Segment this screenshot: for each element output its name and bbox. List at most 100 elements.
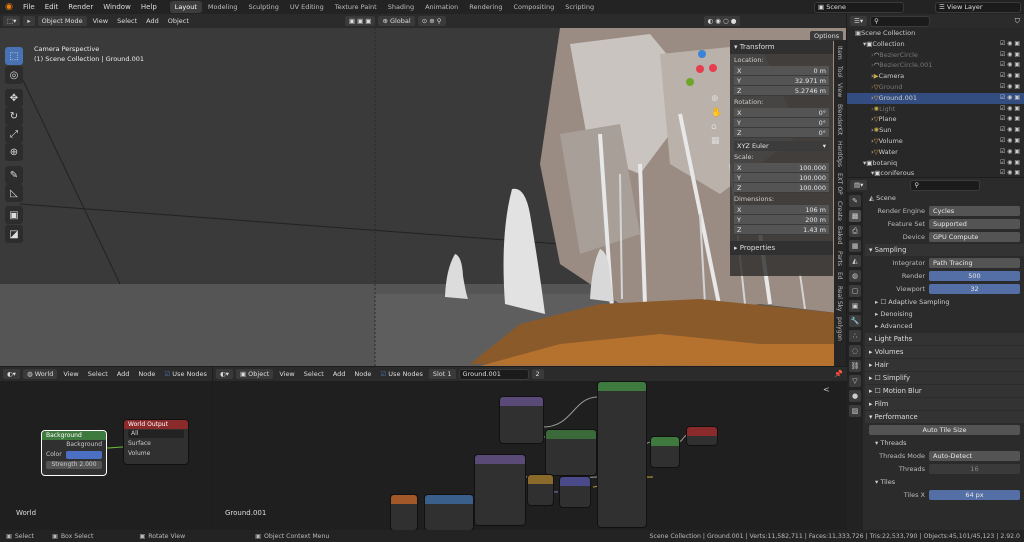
transform-tool[interactable]: ⊕	[5, 143, 23, 161]
menu-render[interactable]: Render	[63, 0, 98, 14]
hair-panel[interactable]: ▸ Hair	[865, 359, 1024, 371]
camera-render-icon[interactable]: ▣	[1014, 83, 1020, 90]
eye-icon[interactable]: ◉	[1007, 148, 1012, 155]
add-plane-tool[interactable]: ◪	[5, 225, 23, 243]
snap-icons[interactable]: ⊙ ⊕ ⚲	[417, 16, 446, 26]
film-panel[interactable]: ▸ Film	[865, 398, 1024, 410]
tab-animation[interactable]: Animation	[420, 1, 463, 13]
properties-search[interactable]: ⚲	[910, 179, 981, 191]
eye-icon[interactable]: ◉	[1007, 83, 1012, 90]
viewport-samples-field[interactable]: 32	[929, 284, 1020, 294]
eye-icon[interactable]: ◉	[1007, 126, 1012, 133]
side-tab-hardops[interactable]: HardOps	[834, 141, 843, 167]
render-engine-dropdown[interactable]: Cycles	[929, 206, 1020, 216]
motion-blur-panel[interactable]: ▸ ☐ Motion Blur	[865, 385, 1024, 397]
rotate-tool[interactable]: ↻	[5, 107, 23, 125]
sampling-panel-header[interactable]: ▾ Sampling	[865, 244, 1024, 256]
properties-header[interactable]: ▸ Properties	[730, 241, 833, 255]
threads-panel[interactable]: ▾ Threads	[865, 437, 1024, 449]
physics-tab-icon[interactable]: ◌	[849, 345, 861, 357]
tab-uv-editing[interactable]: UV Editing	[285, 1, 329, 13]
eye-icon[interactable]: ◉	[1007, 51, 1012, 58]
outliner[interactable]: ☰▾ ⚲ ⛉ ▣ Scene Collection ▾ ▣ Collection…	[847, 14, 1024, 177]
visibility-toggles[interactable]: ☑ ◉ ▣	[1000, 93, 1020, 104]
select-mode-icon[interactable]: ▸	[23, 16, 35, 26]
outliner-row[interactable]: › ▽ Plane ☑ ◉ ▣	[847, 114, 1024, 125]
side-tab-real-sky[interactable]: Real Sky	[834, 286, 843, 311]
dimensions-z-field[interactable]: Z 1.43 m	[734, 225, 829, 235]
visibility-toggles[interactable]: ☑ ◉ ▣	[1000, 104, 1020, 115]
outliner-row[interactable]: › ▽ Volume ☑ ◉ ▣	[847, 136, 1024, 147]
orientation-dropdown[interactable]: ⊕ Global	[378, 16, 415, 26]
world-tab-icon[interactable]: ◍	[849, 270, 861, 282]
camera-render-icon[interactable]: ▣	[1014, 94, 1020, 101]
visibility-toggles[interactable]: ☑ ◉ ▣	[1000, 39, 1020, 50]
properties-editor[interactable]: ▤▾ ⚲ ✎ ▩ ⎙ ▦ ◭ ◍ ▢ ▣ 🔧 ∴ ◌ ⛓ ▽ ● ▨ ◭ Sce…	[847, 178, 1024, 530]
world-output-node[interactable]: World Output All Surface Volume	[124, 420, 188, 464]
eye-icon[interactable]: ◉	[1007, 115, 1012, 122]
visibility-toggles[interactable]: ☑ ◉ ▣	[1000, 60, 1020, 71]
color-ramp-node[interactable]	[560, 477, 590, 507]
visibility-toggles[interactable]: ☑ ◉ ▣	[1000, 50, 1020, 61]
outliner-row[interactable]: › ▽ Water ☑ ◉ ▣	[847, 147, 1024, 158]
outliner-row[interactable]: ▾ ▣ botaniq ☑ ◉ ▣	[847, 158, 1024, 169]
location-y-field[interactable]: Y 32.971 m	[734, 76, 829, 86]
menu-select[interactable]: Select	[114, 16, 140, 26]
integrator-dropdown[interactable]: Path Tracing	[929, 258, 1020, 268]
checkbox-icon[interactable]: ☑	[1000, 115, 1005, 122]
denoising-panel[interactable]: ▸ Denoising	[865, 308, 1024, 320]
volumes-panel[interactable]: ▸ Volumes	[865, 346, 1024, 358]
checkbox-icon[interactable]: ☑	[1000, 40, 1005, 47]
texture-coord-node[interactable]	[391, 495, 417, 530]
checkbox-icon[interactable]: ☑	[1000, 105, 1005, 112]
tool-tab-icon[interactable]: ✎	[849, 195, 861, 207]
scene-selector[interactable]: ▣ Scene	[814, 2, 904, 13]
visibility-toggles[interactable]: ☑ ◉ ▣	[1000, 82, 1020, 93]
scale-z-field[interactable]: Z 100.000	[734, 183, 829, 193]
visibility-toggles[interactable]: ☑ ◉ ▣	[1000, 147, 1020, 158]
side-tab-ext-op[interactable]: EXT OP	[834, 173, 843, 195]
checkbox-icon[interactable]: ☑	[1000, 94, 1005, 101]
checkbox-icon[interactable]: ☑	[1000, 169, 1005, 176]
add-cube-tool[interactable]: ▣	[5, 206, 23, 224]
transform-header[interactable]: ▾ Transform	[730, 40, 833, 54]
menu-edit[interactable]: Edit	[40, 0, 64, 14]
feature-set-dropdown[interactable]: Supported	[929, 219, 1020, 229]
location-z-field[interactable]: Z 5.2746 m	[734, 86, 829, 96]
image-texture-node[interactable]	[425, 495, 473, 530]
world-node-editor[interactable]: ◐▾ ◍ World View Select Add Node ☑ Use No…	[0, 367, 212, 530]
camera-view-icon[interactable]: ⌂	[711, 120, 722, 134]
hand-icon[interactable]: ✋	[711, 106, 722, 120]
dimensions-y-field[interactable]: Y 200 m	[734, 215, 829, 225]
camera-render-icon[interactable]: ▣	[1014, 40, 1020, 47]
camera-render-icon[interactable]: ▣	[1014, 159, 1020, 166]
output-tab-icon[interactable]: ⎙	[849, 225, 861, 237]
tab-compositing[interactable]: Compositing	[508, 1, 559, 13]
outliner-row-scene-collection[interactable]: ▣ Scene Collection	[847, 28, 1024, 39]
editor-type-button[interactable]: ▤▾	[850, 180, 868, 190]
threads-mode-dropdown[interactable]: Auto-Detect	[929, 451, 1020, 461]
camera-render-icon[interactable]: ▣	[1014, 126, 1020, 133]
measure-tool[interactable]: ◺	[5, 184, 23, 202]
material-output-node[interactable]	[687, 427, 717, 445]
scale-x-field[interactable]: X 100.000	[734, 163, 829, 173]
checkbox-icon[interactable]: ☑	[1000, 72, 1005, 79]
menu-object[interactable]: Object	[165, 16, 192, 26]
outliner-row[interactable]: › ▽ Ground.001 ☑ ◉ ▣	[847, 92, 1024, 104]
visibility-toggles[interactable]: ☑ ◉ ▣	[1000, 125, 1020, 136]
outliner-row[interactable]: › ▶ Camera ☑ ◉ ▣	[847, 71, 1024, 82]
checkbox-icon[interactable]: ☑	[1000, 83, 1005, 90]
shader-node[interactable]	[500, 397, 543, 443]
tiles-x-field[interactable]: 64 px	[929, 490, 1020, 500]
side-tab-view[interactable]: View	[834, 83, 843, 97]
nav-gizmo-buttons[interactable]: ⊕ ✋ ⌂ ▦	[711, 92, 722, 148]
target-dropdown[interactable]: All	[128, 430, 184, 438]
camera-render-icon[interactable]: ▣	[1014, 105, 1020, 112]
outliner-row[interactable]: ▾ ▣ Collection ☑ ◉ ▣	[847, 39, 1024, 50]
side-tab-create[interactable]: Create	[834, 201, 843, 221]
eye-icon[interactable]: ◉	[1007, 72, 1012, 79]
shading-icons[interactable]: ◐ ◉ ○ ●	[703, 16, 741, 26]
tab-texture-paint[interactable]: Texture Paint	[330, 1, 382, 13]
side-tab-item[interactable]: Item	[834, 46, 843, 60]
object-mode-dropdown[interactable]: Object Mode	[37, 16, 87, 26]
